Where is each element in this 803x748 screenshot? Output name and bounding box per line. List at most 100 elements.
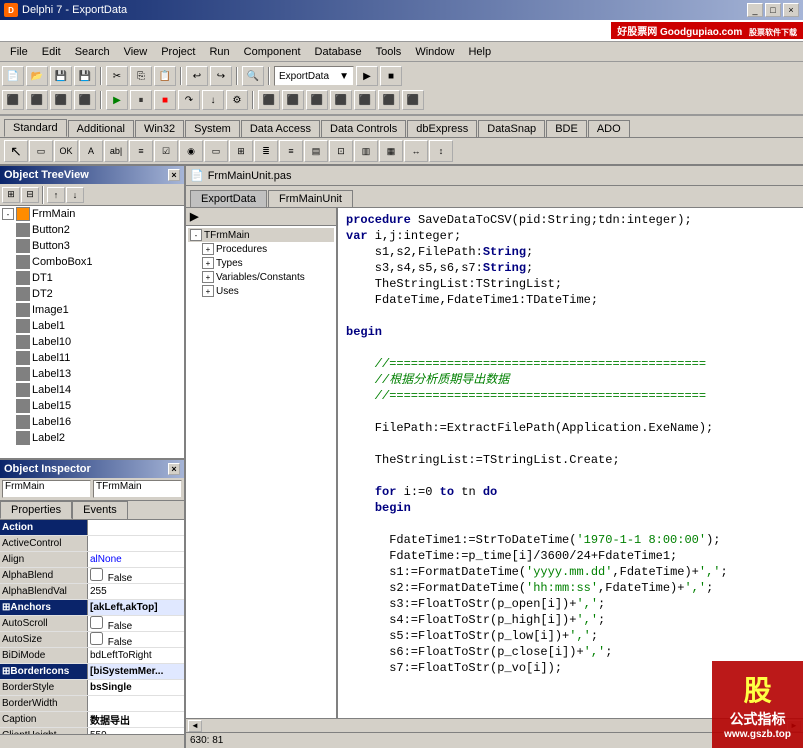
comp-btn14[interactable]: ▦ bbox=[379, 140, 403, 162]
tb-saveall-button[interactable]: 💾 bbox=[74, 66, 96, 86]
menu-help[interactable]: Help bbox=[462, 45, 497, 59]
palette-tab-dataaccess[interactable]: Data Access bbox=[241, 120, 320, 137]
menu-tools[interactable]: Tools bbox=[370, 45, 408, 59]
mid-tree-procedures[interactable]: + Procedures bbox=[200, 242, 334, 256]
code-editor[interactable]: procedure SaveDataToCSV(pid:String;tdn:i… bbox=[338, 208, 803, 718]
palette-tab-bde[interactable]: BDE bbox=[546, 120, 587, 137]
tb2-misc1[interactable]: ⬛ bbox=[258, 90, 280, 110]
insp-val-bidimode[interactable]: bdLeftToRight bbox=[88, 650, 184, 661]
tree-expand-frmmain[interactable]: - bbox=[2, 208, 14, 220]
treeview-content[interactable]: - FrmMain Button2 Button3 ComboBox1 bbox=[0, 206, 184, 458]
comp-btn1[interactable]: OK bbox=[54, 140, 78, 162]
comp-btn12[interactable]: ⊡ bbox=[329, 140, 353, 162]
tree-label2[interactable]: Label2 bbox=[0, 430, 184, 446]
tb-undo-button[interactable]: ↩ bbox=[186, 66, 208, 86]
comp-btn10[interactable]: ≡ bbox=[279, 140, 303, 162]
insp-val-autoscroll[interactable]: False bbox=[88, 616, 184, 632]
palette-tab-ado[interactable]: ADO bbox=[588, 120, 630, 137]
menu-edit[interactable]: Edit bbox=[36, 45, 67, 59]
tb2-misc5[interactable]: ⬛ bbox=[354, 90, 376, 110]
mid-tree-frmmain[interactable]: - TFrmMain bbox=[188, 228, 334, 242]
comp-btn4[interactable]: ≡ bbox=[129, 140, 153, 162]
tree-label11[interactable]: Label11 bbox=[0, 350, 184, 366]
mid-expand-variables[interactable]: + bbox=[202, 271, 214, 283]
tb-save-button[interactable]: 💾 bbox=[50, 66, 72, 86]
tb2-misc4[interactable]: ⬛ bbox=[330, 90, 352, 110]
tb2-step-button[interactable]: ↷ bbox=[178, 90, 200, 110]
palette-tab-win32[interactable]: Win32 bbox=[135, 120, 184, 137]
tb-redo-button[interactable]: ↪ bbox=[210, 66, 232, 86]
palette-tab-system[interactable]: System bbox=[185, 120, 240, 137]
tb2-stop-button[interactable]: ■ bbox=[154, 90, 176, 110]
mid-tree-uses[interactable]: + Uses bbox=[200, 284, 334, 298]
tree-btn1[interactable]: ⊞ bbox=[2, 187, 20, 203]
menu-file[interactable]: File bbox=[4, 45, 34, 59]
inspector-object-combo[interactable]: FrmMain bbox=[2, 480, 91, 498]
comp-btn6[interactable]: ◉ bbox=[179, 140, 203, 162]
comp-btn9[interactable]: ≣ bbox=[254, 140, 278, 162]
tree-label10[interactable]: Label10 bbox=[0, 334, 184, 350]
tb-paste-button[interactable]: 📋 bbox=[154, 66, 176, 86]
insp-val-align[interactable]: alNone bbox=[88, 554, 184, 565]
inspector-close-button[interactable]: × bbox=[168, 463, 180, 475]
palette-tab-dbexpress[interactable]: dbExpress bbox=[407, 120, 477, 137]
tb2-btn3[interactable]: ⬛ bbox=[50, 90, 72, 110]
insp-val-alphablendval[interactable]: 255 bbox=[88, 586, 184, 597]
tb2-misc6[interactable]: ⬛ bbox=[378, 90, 400, 110]
insp-val-autosize[interactable]: False bbox=[88, 632, 184, 648]
comp-btn2[interactable]: A bbox=[79, 140, 103, 162]
comp-btn11[interactable]: ▤ bbox=[304, 140, 328, 162]
scroll-left-button[interactable]: ◄ bbox=[188, 720, 202, 732]
tree-down-button[interactable]: ↓ bbox=[66, 187, 84, 203]
treeview-close-button[interactable]: × bbox=[168, 169, 180, 181]
minimize-button[interactable]: _ bbox=[747, 3, 763, 17]
comp-btn16[interactable]: ↕ bbox=[429, 140, 453, 162]
maximize-button[interactable]: □ bbox=[765, 3, 781, 17]
tree-button2[interactable]: Button2 bbox=[0, 222, 184, 238]
menu-component[interactable]: Component bbox=[238, 45, 307, 59]
menu-view[interactable]: View bbox=[118, 45, 154, 59]
comp-btn15[interactable]: ↔ bbox=[404, 140, 428, 162]
tab-events[interactable]: Events bbox=[72, 501, 128, 519]
comp-btn7[interactable]: ▭ bbox=[204, 140, 228, 162]
tb-new-button[interactable]: 📄 bbox=[2, 66, 24, 86]
tab-frmmainunit[interactable]: FrmMainUnit bbox=[268, 190, 353, 207]
menu-window[interactable]: Window bbox=[409, 45, 460, 59]
tab-properties[interactable]: Properties bbox=[0, 501, 72, 519]
menu-search[interactable]: Search bbox=[69, 45, 116, 59]
tb2-btn2[interactable]: ⬛ bbox=[26, 90, 48, 110]
palette-tab-additional[interactable]: Additional bbox=[68, 120, 134, 137]
comp-pointer[interactable]: ↖ bbox=[4, 140, 28, 162]
close-button[interactable]: × bbox=[783, 3, 799, 17]
tab-exportdata[interactable]: ExportData bbox=[190, 190, 267, 207]
menu-run[interactable]: Run bbox=[203, 45, 235, 59]
palette-tab-datacontrols[interactable]: Data Controls bbox=[321, 120, 406, 137]
tb2-misc7[interactable]: ⬛ bbox=[402, 90, 424, 110]
tb2-btn1[interactable]: ⬛ bbox=[2, 90, 24, 110]
mid-expand-types[interactable]: + bbox=[202, 257, 214, 269]
code-scrollbar-h[interactable]: ◄ ► bbox=[186, 718, 803, 732]
tb2-misc3[interactable]: ⬛ bbox=[306, 90, 328, 110]
tb2-misc2[interactable]: ⬛ bbox=[282, 90, 304, 110]
tb2-cpu-button[interactable]: ⚙ bbox=[226, 90, 248, 110]
tb2-trace-button[interactable]: ↓ bbox=[202, 90, 224, 110]
insp-val-caption[interactable]: 数据导出 bbox=[88, 712, 184, 727]
tb2-btn4[interactable]: ⬛ bbox=[74, 90, 96, 110]
insp-val-alphablend[interactable]: False bbox=[88, 568, 184, 584]
insp-val-anchors[interactable]: [akLeft,akTop] bbox=[88, 602, 184, 613]
tb-cut-button[interactable]: ✂ bbox=[106, 66, 128, 86]
tree-label14[interactable]: Label14 bbox=[0, 382, 184, 398]
mid-tree-variables[interactable]: + Variables/Constants bbox=[200, 270, 334, 284]
tree-up-button[interactable]: ↑ bbox=[47, 187, 65, 203]
comp-frame[interactable]: ▭ bbox=[29, 140, 53, 162]
tb-extra2-button[interactable]: ■ bbox=[380, 66, 402, 86]
tb-open-button[interactable]: 📂 bbox=[26, 66, 48, 86]
mid-expand-uses[interactable]: + bbox=[202, 285, 214, 297]
tree-label16[interactable]: Label16 bbox=[0, 414, 184, 430]
mid-tree-types[interactable]: + Types bbox=[200, 256, 334, 270]
tree-dt1[interactable]: DT1 bbox=[0, 270, 184, 286]
tree-frmmain[interactable]: - FrmMain bbox=[0, 206, 184, 222]
tree-combobox1[interactable]: ComboBox1 bbox=[0, 254, 184, 270]
tree-label13[interactable]: Label13 bbox=[0, 366, 184, 382]
mid-tree-expand-frmmain[interactable]: - bbox=[190, 229, 202, 241]
